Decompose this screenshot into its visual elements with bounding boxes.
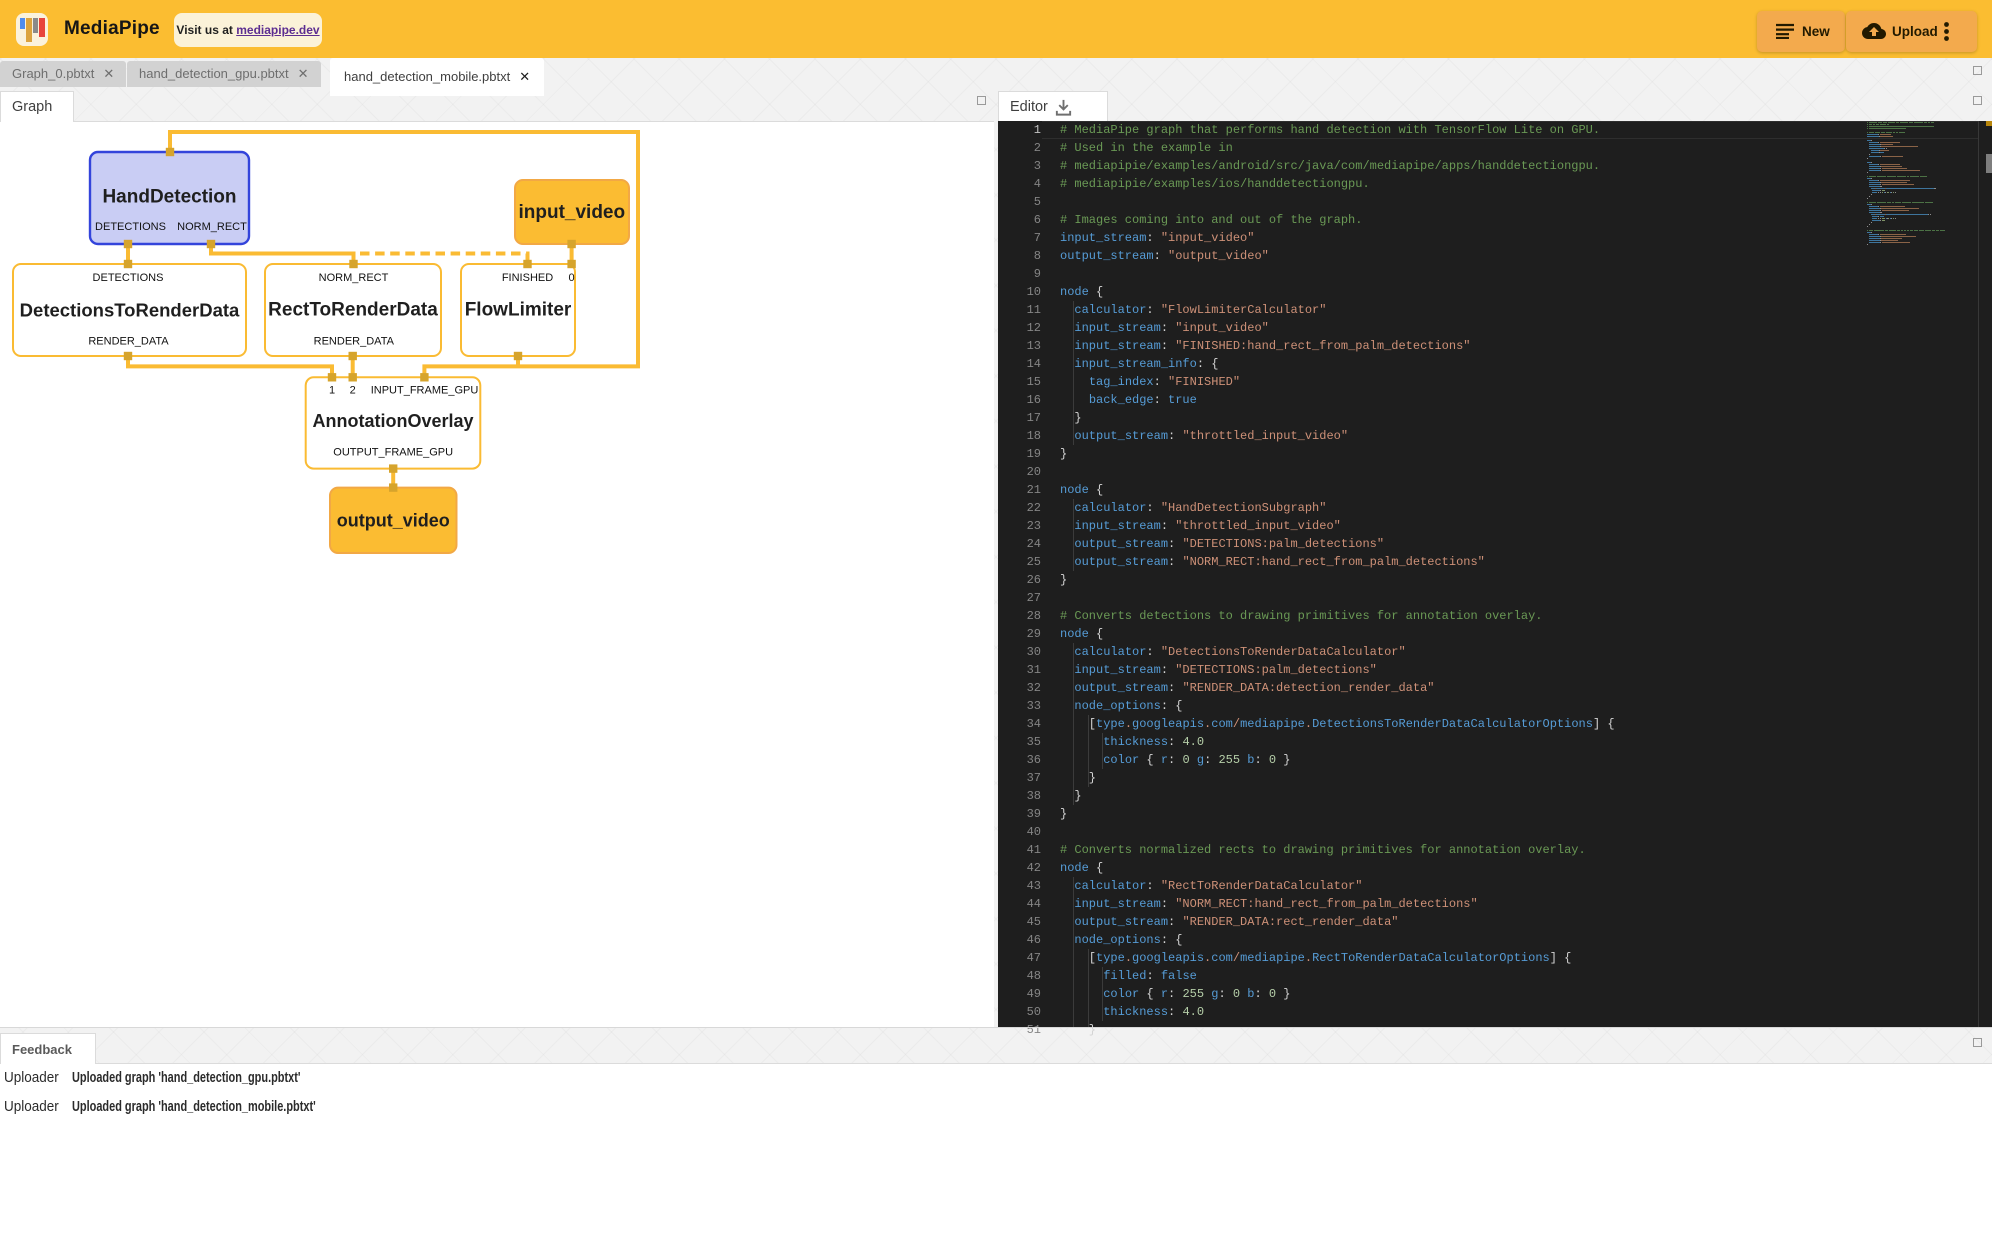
svg-text:0: 0 (569, 272, 575, 284)
svg-text:FlowLimiter: FlowLimiter (465, 300, 572, 321)
svg-text:OUTPUT_FRAME_GPU: OUTPUT_FRAME_GPU (333, 447, 453, 459)
svg-text:DetectionsToRenderData: DetectionsToRenderData (20, 300, 240, 321)
svg-text:HandDetection: HandDetection (102, 187, 236, 208)
svg-text:output_video: output_video (337, 510, 450, 530)
svg-text:AnnotationOverlay: AnnotationOverlay (312, 411, 473, 431)
svg-text:RectToRenderData: RectToRenderData (268, 300, 438, 321)
svg-text:NORM_RECT: NORM_RECT (177, 221, 247, 233)
svg-text:2: 2 (350, 384, 356, 396)
svg-text:INPUT_FRAME_GPU: INPUT_FRAME_GPU (371, 384, 479, 396)
svg-text:DETECTIONS: DETECTIONS (95, 221, 166, 233)
svg-text:DETECTIONS: DETECTIONS (93, 272, 164, 284)
svg-text:FINISHED: FINISHED (502, 272, 553, 284)
svg-text:1: 1 (329, 384, 335, 396)
svg-text:input_video: input_video (518, 202, 625, 223)
svg-text:NORM_RECT: NORM_RECT (319, 272, 389, 284)
svg-text:RENDER_DATA: RENDER_DATA (314, 336, 395, 348)
svg-text:RENDER_DATA: RENDER_DATA (88, 336, 169, 348)
